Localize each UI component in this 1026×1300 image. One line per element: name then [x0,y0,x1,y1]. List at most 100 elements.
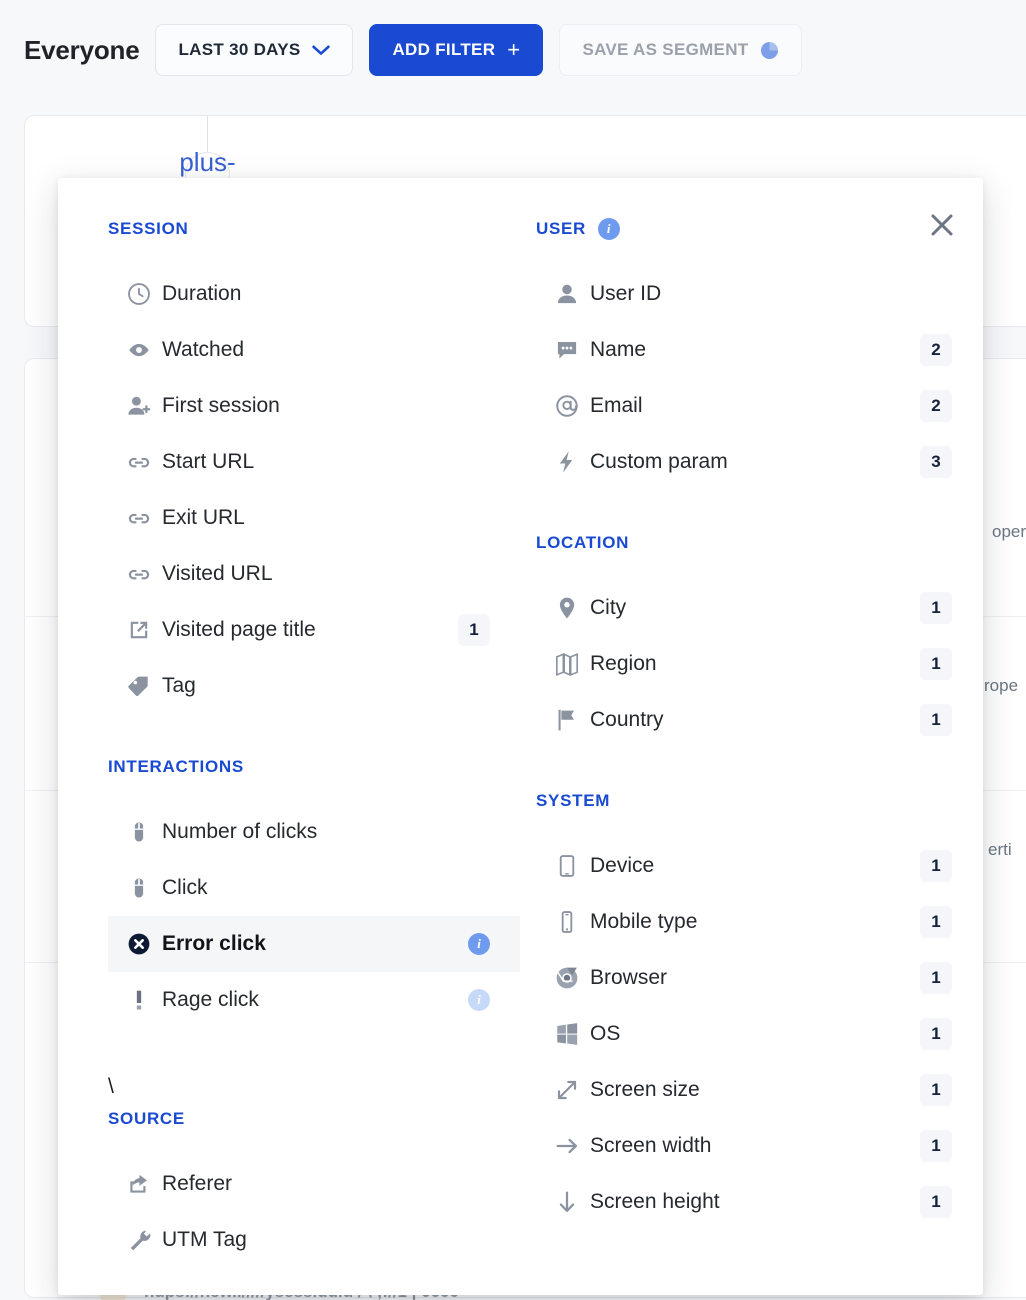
error-circle-icon [108,931,162,957]
filter-option-rage-click[interactable]: Rage clicki [108,972,520,1028]
save-as-segment-button[interactable]: SAVE AS SEGMENT [559,24,802,76]
filter-option-os[interactable]: OS1 [536,1006,982,1062]
filter-option-label: Rage click [162,988,468,1012]
filter-option-screen-height[interactable]: Screen height1 [536,1174,982,1230]
close-icon[interactable] [925,208,959,242]
filter-option-mobile-type[interactable]: Mobile type1 [536,894,982,950]
group-spacer [536,748,982,788]
header-spacer [108,242,520,266]
group-spacer [536,490,982,530]
clock-icon [108,281,162,307]
exclamation-icon [108,987,162,1013]
chevron-down-icon [312,45,330,56]
filter-option-label: Visited page title [162,618,458,642]
filter-option-user-id[interactable]: User ID [536,266,982,322]
filter-option-name[interactable]: Name2 [536,322,982,378]
filter-option-utm-tag[interactable]: UTM Tag [108,1212,520,1268]
group-spacer [108,1028,520,1068]
filter-option-error-click[interactable]: Error clicki [108,916,520,972]
group-title: LOCATION [536,533,629,553]
header-spacer [536,242,982,266]
filter-option-count: 1 [920,1186,952,1218]
group-header-system: SYSTEM [536,788,982,814]
filter-option-device[interactable]: Device1 [536,838,982,894]
filter-option-custom-param[interactable]: Custom param3 [536,434,982,490]
group-header-location: LOCATION [536,530,982,556]
filter-option-label: Tag [162,674,490,698]
info-icon[interactable]: i [598,218,620,240]
person-icon [536,281,590,307]
filter-option-browser[interactable]: Browser1 [536,950,982,1006]
filter-option-label: Duration [162,282,490,306]
group-title: SOURCE [108,1109,185,1129]
filter-option-label: Visited URL [162,562,490,586]
link-icon [108,561,162,587]
group-header-user: USER i [536,216,982,242]
filter-option-visited-page-title[interactable]: Visited page title1 [108,602,520,658]
pie-chart-icon [760,41,779,60]
group-title: SESSION [108,219,188,239]
filter-option-count: 1 [920,962,952,994]
info-icon[interactable]: i [468,933,490,955]
link-icon [108,449,162,475]
filter-option-count: 2 [920,334,952,366]
date-range-label: LAST 30 DAYS [178,40,300,60]
table-cell-properties: erti [988,840,1026,860]
add-filter-button[interactable]: ADD FILTER + [369,24,543,76]
plus-icon: + [507,39,520,61]
filter-option-label: Start URL [162,450,490,474]
filter-option-label: User ID [590,282,952,306]
info-icon[interactable]: i [468,989,490,1011]
filter-option-label: Exit URL [162,506,490,530]
filter-option-label: Referer [162,1172,490,1196]
filter-option-label: Mobile type [590,910,920,934]
table-cell-properties: rope [984,676,1026,696]
filter-option-count: 1 [458,614,490,646]
filter-option-label: Click [162,876,490,900]
filter-option-click[interactable]: Click [108,860,520,916]
add-filter-modal: SESSION Duration Watched First session Start… [58,178,983,1295]
page-title: Everyone [24,35,139,66]
filter-option-label: Screen size [590,1078,920,1102]
filter-option-label: Watched [162,338,490,362]
filter-option-count: 1 [920,1018,952,1050]
filter-column-left: SESSION Duration Watched First session Start… [58,216,520,1268]
filter-option-first-session[interactable]: First session [108,378,520,434]
filter-column-right: USERiUser IDName2Email2Custom param3LOCA… [520,216,982,1268]
filter-option-count: 1 [920,1074,952,1106]
filter-option-start-url[interactable]: Start URL [108,434,520,490]
filter-option-count: 1 [920,850,952,882]
filter-option-city[interactable]: City1 [536,580,982,636]
link-icon [108,505,162,531]
filter-option-watched[interactable]: Watched [108,322,520,378]
filter-option-label: Browser [590,966,920,990]
filter-option-screen-size[interactable]: Screen size1 [536,1062,982,1118]
filter-option-duration[interactable]: Duration [108,266,520,322]
filter-option-label: City [590,596,920,620]
filter-option-label: UTM Tag [162,1228,490,1252]
filter-option-referer[interactable]: Referer [108,1156,520,1212]
filter-option-region[interactable]: Region1 [536,636,982,692]
group-header-session: SESSION [108,216,520,242]
filter-option-email[interactable]: Email2 [536,378,982,434]
filter-option-country[interactable]: Country1 [536,692,982,748]
group-title: USER [536,219,586,239]
resize-icon [536,1077,590,1103]
group-header-interactions: INTERACTIONS [108,754,520,780]
date-range-button[interactable]: LAST 30 DAYS [155,24,353,76]
map-icon [536,651,590,677]
header-spacer [536,814,982,838]
filter-option-visited-url[interactable]: Visited URL [108,546,520,602]
filter-option-number-of-clicks[interactable]: Number of clicks [108,804,520,860]
phone-icon [536,909,590,935]
filter-option-label: Name [590,338,920,362]
filter-option-tag[interactable]: Tag [108,658,520,714]
filter-option-count: 2 [920,390,952,422]
flag-icon [536,707,590,733]
at-icon [536,393,590,419]
filter-option-screen-width[interactable]: Screen width1 [536,1118,982,1174]
filter-option-exit-url[interactable]: Exit URL [108,490,520,546]
add-filter-label: ADD FILTER [392,40,495,60]
filter-option-label: Country [590,708,920,732]
windows-icon [536,1021,590,1047]
